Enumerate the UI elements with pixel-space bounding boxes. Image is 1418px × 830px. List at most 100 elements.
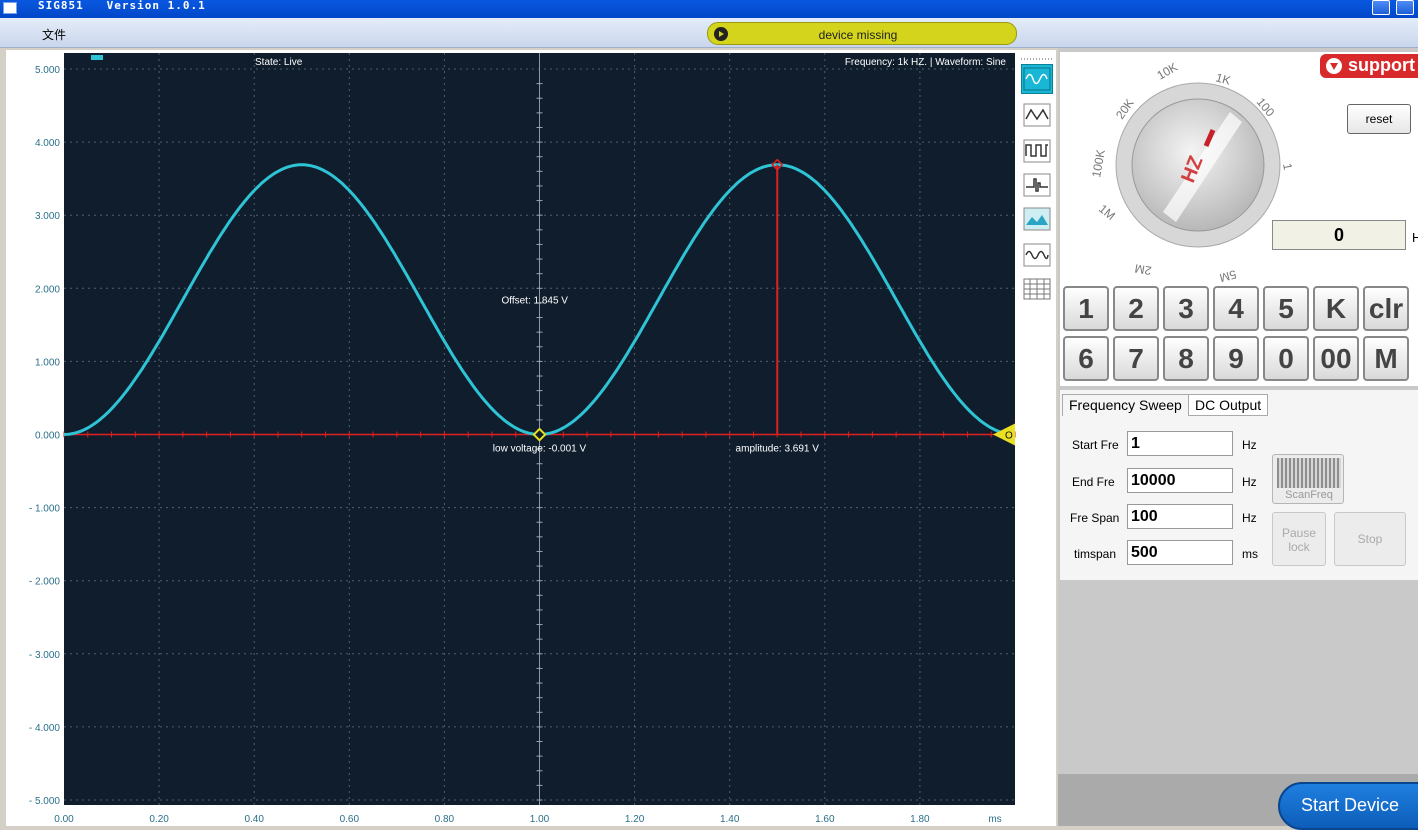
tab-dc-output[interactable]: DC Output xyxy=(1188,394,1269,416)
key-2[interactable]: 2 xyxy=(1113,286,1159,331)
scan-freq-button[interactable]: ScanFreq xyxy=(1272,454,1344,504)
timespan-unit: ms xyxy=(1242,547,1258,561)
device-status-pill: device missing xyxy=(707,22,1017,45)
menu-file[interactable]: 文件 xyxy=(42,26,66,43)
oscilloscope-svg: State: Live Frequency: 1k HZ. | Waveform… xyxy=(6,50,1056,826)
x-tick-label: 0.40 xyxy=(244,814,264,825)
frequency-unit: H xyxy=(1412,230,1418,245)
dial-label-10k: 10K xyxy=(1155,60,1180,83)
y-tick-label: 4.000 xyxy=(35,138,60,149)
y-tick-label: - 5.000 xyxy=(29,796,61,807)
freq-span-unit: Hz xyxy=(1242,511,1257,525)
scan-bars-icon xyxy=(1277,458,1341,488)
pause-lock-button[interactable]: Pause lock xyxy=(1272,512,1326,566)
y-tick-label: - 3.000 xyxy=(29,650,61,661)
scan-freq-label: ScanFreq xyxy=(1285,489,1333,501)
end-freq-label: End Fre xyxy=(1072,475,1115,489)
grid-table-icon[interactable] xyxy=(1021,274,1053,304)
stop-button[interactable]: Stop xyxy=(1334,512,1406,566)
waveform-tool-column xyxy=(1017,52,1057,312)
x-tick-label: 1.80 xyxy=(910,814,930,825)
key-6[interactable]: 6 xyxy=(1063,336,1109,381)
window-title: SIG851 Version 1.0.1 xyxy=(38,0,206,12)
download-icon xyxy=(1326,58,1342,74)
key-k[interactable]: K xyxy=(1313,286,1359,331)
dial-label-1: 1 xyxy=(1280,162,1295,171)
y-tick-label: - 1.000 xyxy=(29,504,61,515)
key-m[interactable]: M xyxy=(1363,336,1409,381)
y-tick-label: - 4.000 xyxy=(29,723,61,734)
start-freq-label: Start Fre xyxy=(1072,438,1119,452)
key-clr[interactable]: clr xyxy=(1363,286,1409,331)
end-freq-unit: Hz xyxy=(1242,475,1257,489)
key-4[interactable]: 4 xyxy=(1213,286,1259,331)
x-tick-label: 0.60 xyxy=(340,814,360,825)
low-voltage-label: low voltage: -0.001 V xyxy=(493,444,587,455)
y-tick-label: - 2.000 xyxy=(29,577,61,588)
pulse-wave-icon[interactable] xyxy=(1021,170,1053,200)
pause-lock-label-1: Pause xyxy=(1281,526,1317,540)
timespan-input[interactable]: 500 xyxy=(1127,540,1233,565)
amplitude-label: amplitude: 3.691 V xyxy=(736,444,820,455)
start-freq-input[interactable]: 1 xyxy=(1127,431,1233,456)
x-tick-label: 1.60 xyxy=(815,814,835,825)
frequency-dial-panel: HZ 10K 1K 100 1 20K 100K 1M 2M 5M suppor… xyxy=(1060,52,1418,282)
offset-label: Offset: 1.845 V xyxy=(501,296,568,307)
x-tick-label: 0.20 xyxy=(149,814,169,825)
key-7[interactable]: 7 xyxy=(1113,336,1159,381)
key-1[interactable]: 1 xyxy=(1063,286,1109,331)
sweep-panel: Frequency Sweep DC Output Start Fre 1 Hz… xyxy=(1060,390,1418,580)
channel-marker xyxy=(91,55,103,60)
reset-button[interactable]: reset xyxy=(1347,104,1411,134)
key-3[interactable]: 3 xyxy=(1163,286,1209,331)
key-9[interactable]: 9 xyxy=(1213,336,1259,381)
start-freq-unit: Hz xyxy=(1242,438,1257,452)
x-tick-label: 0.80 xyxy=(435,814,455,825)
y-tick-label: 5.000 xyxy=(35,65,60,76)
pause-lock-label-2: lock xyxy=(1288,540,1310,554)
dial-label-5m: 5M xyxy=(1218,267,1238,282)
key-8[interactable]: 8 xyxy=(1163,336,1209,381)
restore-button[interactable] xyxy=(1396,0,1414,15)
noise-wave-icon[interactable] xyxy=(1021,240,1053,270)
image-wave-icon[interactable] xyxy=(1021,204,1053,234)
key-5[interactable]: 5 xyxy=(1263,286,1309,331)
tab-frequency-sweep[interactable]: Frequency Sweep xyxy=(1062,394,1189,416)
scope-info-text: Frequency: 1k HZ. | Waveform: Sine xyxy=(845,57,1007,68)
support-label: support xyxy=(1348,55,1415,75)
timespan-label: timspan xyxy=(1074,547,1117,561)
x-tick-label: 1.40 xyxy=(720,814,740,825)
x-tick-label: 0.00 xyxy=(54,814,74,825)
dial-label-2m: 2M xyxy=(1134,261,1153,278)
start-device-button[interactable]: Start Device xyxy=(1278,782,1418,830)
tool-divider xyxy=(1021,58,1053,60)
freq-span-label: Fre Span xyxy=(1070,511,1120,525)
minimize-button[interactable] xyxy=(1372,0,1390,15)
control-panel: HZ 10K 1K 100 1 20K 100K 1M 2M 5M suppor… xyxy=(1058,48,1418,830)
sine-wave-icon[interactable] xyxy=(1021,64,1053,94)
freq-span-input[interactable]: 100 xyxy=(1127,504,1233,529)
key-0[interactable]: 0 xyxy=(1263,336,1309,381)
device-status-text: device missing xyxy=(818,28,898,42)
x-tick-label: 1.00 xyxy=(530,814,550,825)
x-tick-label: 1.20 xyxy=(625,814,645,825)
square-wave-icon[interactable] xyxy=(1021,136,1053,166)
support-button[interactable]: support xyxy=(1320,54,1418,78)
frequency-display: 0 xyxy=(1272,220,1406,250)
y-tick-label: 3.000 xyxy=(35,211,60,222)
numeric-keypad: 1 2 3 4 5 K clr 6 7 8 9 0 00 M xyxy=(1060,282,1418,386)
trigger-marker-label: O xyxy=(1005,431,1013,442)
y-tick-label: 0.000 xyxy=(35,431,60,442)
dial-label-1m: 1M xyxy=(1096,202,1118,223)
end-freq-input[interactable]: 10000 xyxy=(1127,468,1233,493)
y-tick-label: 1.000 xyxy=(35,357,60,368)
scope-state-text: State: Live xyxy=(255,57,303,68)
triangle-wave-icon[interactable] xyxy=(1021,100,1053,130)
y-tick-label: 2.000 xyxy=(35,284,60,295)
app-icon xyxy=(3,2,17,14)
oscilloscope-panel: State: Live Frequency: 1k HZ. | Waveform… xyxy=(6,50,1056,826)
dial-label-100k: 100K xyxy=(1089,148,1108,178)
x-unit-label: ms xyxy=(988,814,1001,825)
title-bar: SIG851 Version 1.0.1 xyxy=(0,0,1418,18)
key-00[interactable]: 00 xyxy=(1313,336,1359,381)
